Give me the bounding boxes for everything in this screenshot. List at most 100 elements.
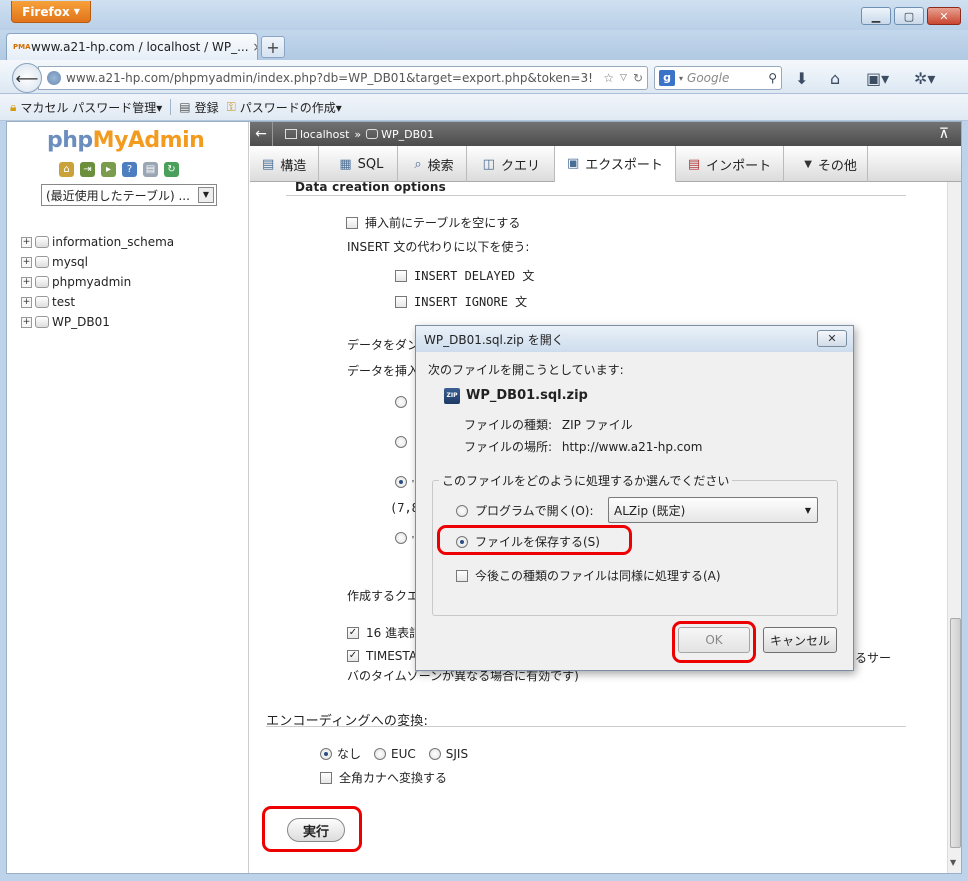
close-window-button[interactable]: ✕ bbox=[927, 7, 961, 25]
radio-button-selected[interactable] bbox=[395, 475, 407, 488]
logo-php: php bbox=[47, 128, 93, 153]
bookmark-makaseru[interactable]: 🔒︎ マカセル パスワード管理▾ bbox=[10, 99, 162, 116]
maximize-button[interactable]: ▢ bbox=[894, 7, 924, 25]
truncate-checkbox[interactable] bbox=[346, 216, 358, 229]
db-item-test[interactable]: + test bbox=[21, 292, 174, 312]
pma-logo[interactable]: phpMyAdmin bbox=[47, 128, 205, 153]
search-bar[interactable]: g ▾ Google ⚲ bbox=[654, 66, 782, 90]
bookmark-star-icon[interactable]: ☆ bbox=[603, 71, 614, 85]
browser-tab[interactable]: PMA www.a21-hp.com / localhost / WP_... … bbox=[6, 33, 258, 60]
remember-checkbox[interactable] bbox=[456, 569, 468, 582]
tab-sql[interactable]: ▦ SQL bbox=[319, 146, 399, 182]
firefox-menu-button[interactable]: Firefox ▼ bbox=[11, 1, 91, 23]
db-item-wp-db01[interactable]: + WP_DB01 bbox=[21, 312, 174, 332]
insert-ignore-option[interactable]: INSERT IGNORE 文 bbox=[395, 293, 527, 310]
site-identity-icon[interactable] bbox=[47, 71, 61, 85]
collapse-icon[interactable]: ⊼ bbox=[939, 126, 949, 142]
recent-tables-select[interactable]: (最近使用したテーブル) ... ▼ bbox=[41, 184, 217, 206]
breadcrumb-server[interactable]: localhost bbox=[300, 128, 349, 141]
open-with-radio[interactable] bbox=[456, 504, 468, 517]
dialog-titlebar[interactable]: WP_DB01.sql.zip を開く ✕ bbox=[416, 326, 853, 352]
expand-icon[interactable]: + bbox=[21, 316, 32, 328]
docs-icon[interactable]: ▤ bbox=[143, 162, 158, 177]
bookmark-label: 登録 bbox=[194, 100, 219, 115]
url-bar[interactable]: www.a21-hp.com/phpmyadmin/index.php?db=W… bbox=[38, 66, 648, 90]
timestamp-option[interactable]: ✓ TIMESTA bbox=[347, 649, 417, 663]
execute-button[interactable]: 実行 bbox=[287, 818, 345, 842]
addon-icon[interactable]: ✲▾ bbox=[914, 69, 935, 88]
insert-syntax-option-4[interactable]: ᡃ bbox=[395, 527, 414, 548]
radio-button[interactable] bbox=[395, 395, 407, 408]
enc-sjis-radio[interactable] bbox=[428, 747, 441, 760]
bookmark-register[interactable]: ▤ 登録 bbox=[179, 99, 218, 116]
tab-close-icon[interactable]: × bbox=[253, 40, 257, 54]
tab-structure[interactable]: ▤ 構造 bbox=[250, 146, 320, 182]
radio-button[interactable] bbox=[395, 531, 407, 544]
minimize-button[interactable]: ▁ bbox=[861, 7, 891, 25]
insert-delayed-option[interactable]: INSERT DELAYED 文 bbox=[395, 267, 534, 284]
search-placeholder[interactable]: Google bbox=[687, 71, 764, 85]
enc-euc-radio[interactable] bbox=[374, 747, 387, 760]
breadcrumb-database[interactable]: WP_DB01 bbox=[381, 128, 434, 141]
tab-more[interactable]: ▼ その他 bbox=[784, 146, 868, 182]
encoding-options: なし EUC SJIS bbox=[320, 745, 468, 762]
bookmark-password-create[interactable]: ⚿ パスワードの作成▾ bbox=[227, 99, 342, 116]
export-icon: ▣ bbox=[566, 156, 580, 171]
tab-search[interactable]: ⌕ 検索 bbox=[398, 146, 467, 182]
open-with-app-select[interactable]: ALZip (既定) ▼ bbox=[608, 497, 818, 523]
engine-dropdown-icon[interactable]: ▾ bbox=[679, 74, 683, 83]
timestamp-checkbox[interactable]: ✓ bbox=[347, 650, 359, 662]
expand-icon[interactable]: + bbox=[21, 296, 32, 308]
reload-nav-icon[interactable]: ↻ bbox=[164, 162, 179, 177]
pma-quick-icons: ⌂ ⇥ ▸ ? ▤ ↻ bbox=[59, 162, 179, 177]
more-icon: ▼ bbox=[804, 158, 812, 170]
tab-import[interactable]: ▤ インポート bbox=[676, 146, 785, 182]
tab-query[interactable]: ◫ クエリ bbox=[467, 146, 555, 182]
bookmarks-menu-icon[interactable]: ▣▾ bbox=[866, 69, 889, 88]
reload-icon[interactable]: ↻ bbox=[633, 71, 643, 85]
back-button[interactable]: ⟵ bbox=[12, 63, 42, 93]
db-item-mysql[interactable]: + mysql bbox=[21, 252, 174, 272]
download-icon[interactable]: ⬇ bbox=[795, 69, 808, 88]
expand-icon[interactable]: + bbox=[21, 236, 32, 248]
logout-icon[interactable]: ⇥ bbox=[80, 162, 95, 177]
enc-none-radio[interactable] bbox=[320, 747, 332, 760]
query-window-icon[interactable]: ▸ bbox=[101, 162, 116, 177]
google-engine-icon[interactable]: g bbox=[659, 70, 675, 86]
search-icon[interactable]: ⚲ bbox=[768, 71, 777, 85]
open-with-option[interactable]: プログラムで開く(O): bbox=[456, 502, 594, 519]
new-tab-button[interactable]: + bbox=[261, 36, 285, 58]
dialog-close-button[interactable]: ✕ bbox=[817, 330, 847, 347]
expand-icon[interactable]: + bbox=[21, 276, 32, 288]
truncate-option[interactable]: 挿入前にテーブルを空にする bbox=[346, 214, 520, 231]
vertical-scrollbar[interactable]: ▼ bbox=[947, 182, 961, 873]
db-item-information-schema[interactable]: + information_schema bbox=[21, 232, 174, 252]
register-icon: ▤ bbox=[179, 100, 191, 114]
history-dropdown-icon[interactable]: ▽ bbox=[620, 73, 627, 83]
hex-checkbox[interactable]: ✓ bbox=[347, 626, 359, 639]
dialog-title: WP_DB01.sql.zip を開く bbox=[424, 332, 564, 347]
tab-export[interactable]: ▣ エクスポート bbox=[554, 146, 676, 182]
key-icon: ⚿ bbox=[226, 99, 236, 114]
hex-option[interactable]: ✓ 16 進表記 bbox=[347, 624, 421, 641]
insert-syntax-option-3[interactable]: ᡃ bbox=[395, 471, 414, 492]
radio-button[interactable] bbox=[395, 435, 407, 448]
chevron-down-icon: ▼ bbox=[804, 506, 811, 515]
home-icon[interactable]: ⌂ bbox=[59, 162, 74, 177]
cancel-button[interactable]: キャンセル bbox=[763, 627, 837, 653]
zenkaku-option[interactable]: 全角カナへ変換する bbox=[320, 769, 447, 786]
db-item-phpmyadmin[interactable]: + phpmyadmin bbox=[21, 272, 174, 292]
enc-sjis-label: SJIS bbox=[445, 746, 469, 761]
expand-icon[interactable]: + bbox=[21, 256, 32, 268]
zenkaku-checkbox[interactable] bbox=[320, 771, 332, 784]
window-bottom-edge bbox=[0, 874, 968, 881]
back-arrow-icon[interactable]: ← bbox=[250, 126, 272, 142]
home-icon[interactable]: ⌂ bbox=[830, 69, 840, 88]
open-file-dialog: WP_DB01.sql.zip を開く ✕ 次のファイルを開こうとしています: … bbox=[415, 325, 854, 671]
insert-ignore-checkbox[interactable] bbox=[395, 295, 407, 308]
remember-option[interactable]: 今後この種類のファイルは同様に処理する(A) bbox=[456, 567, 721, 584]
scroll-down-icon[interactable]: ▼ bbox=[950, 858, 956, 867]
insert-delayed-checkbox[interactable] bbox=[395, 269, 407, 282]
help-icon[interactable]: ? bbox=[122, 162, 137, 177]
scrollbar-thumb[interactable] bbox=[950, 618, 961, 848]
